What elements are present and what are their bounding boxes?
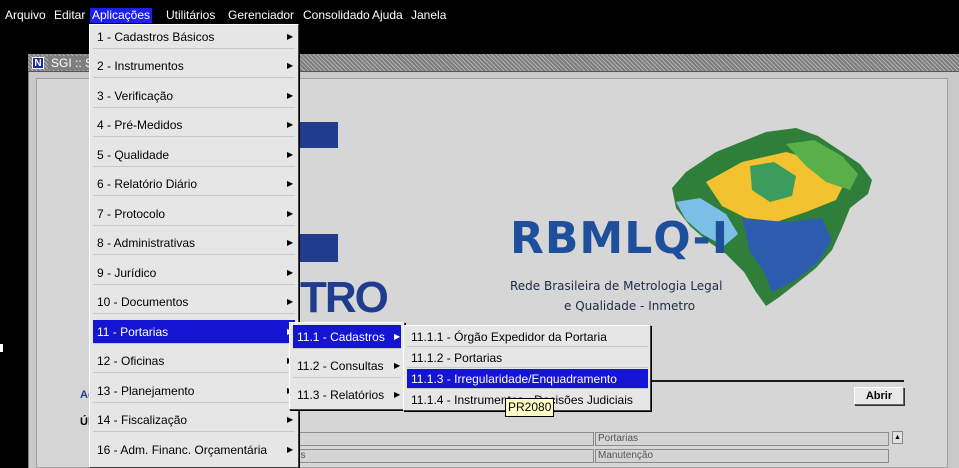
menu-item-irregularidade-enquadramento[interactable]: 11.1.3 - Irregularidade/Enquadramento xyxy=(407,369,648,389)
menu-item-portarias-cadastros[interactable]: 11.1 - Cadastros ▶ xyxy=(293,325,401,349)
menu-item-fiscalizacao[interactable]: 14 - Fiscalização ▶ xyxy=(93,408,295,432)
window-app-icon: N xyxy=(32,57,44,69)
menu-item-adm-financ-orcamentaria[interactable]: 16 - Adm. Financ. Orçamentária ▶ xyxy=(93,438,295,462)
submenu-arrow-icon: ▶ xyxy=(287,32,294,41)
aplicacoes-menu: 1 - Cadastros Básicos ▶ 2 - Instrumentos ▶… xyxy=(89,24,299,468)
submenu-arrow-icon: ▶ xyxy=(287,445,294,454)
menu-item-juridico[interactable]: 9 - Jurídico ▶ xyxy=(93,261,295,285)
menu-item-verificacao[interactable]: 3 - Verificação ▶ xyxy=(93,84,295,108)
menu-item-orgao-expedidor[interactable]: 11.1.1 - Órgão Expedidor da Portaria xyxy=(407,327,648,347)
menu-item-portarias-relatorios[interactable]: 11.3 - Relatórios ▶ xyxy=(293,383,401,407)
submenu-arrow-icon: ▶ xyxy=(287,238,294,247)
menu-editar[interactable]: Editar xyxy=(52,8,87,23)
portarias-submenu: 11.1 - Cadastros ▶ 11.2 - Consultas ▶ 11.3… xyxy=(289,322,405,410)
submenu-arrow-icon: ▶ xyxy=(287,179,294,188)
submenu-arrow-icon: ▶ xyxy=(287,61,294,70)
menu-ajuda[interactable]: Ajuda xyxy=(370,8,405,23)
inmetro-logo-bar-top xyxy=(298,122,338,148)
menu-bar: Arquivo Editar Aplicações Utilitários Ge… xyxy=(0,0,959,25)
submenu-arrow-icon: ▶ xyxy=(287,91,294,100)
menu-utilitarios[interactable]: Utilitários xyxy=(164,8,217,23)
menu-item-planejamento[interactable]: 13 - Planejamento▶ xyxy=(93,379,295,403)
menu-item-qualidade[interactable]: 5 - Qualidade ▶ xyxy=(93,143,295,167)
edge-marker xyxy=(0,344,3,352)
submenu-arrow-icon: ▶ xyxy=(287,150,294,159)
menu-item-administrativas[interactable]: 8 - Administrativas ▶ xyxy=(93,231,295,255)
menu-arquivo[interactable]: Arquivo xyxy=(3,8,48,23)
grid-cell-portarias[interactable]: Portarias xyxy=(595,432,889,446)
submenu-arrow-icon: ▶ xyxy=(394,390,401,399)
menu-item-documentos[interactable]: 10 - Documentos ▶ xyxy=(93,290,295,314)
menu-item-protocolo[interactable]: 7 - Protocolo ▶ xyxy=(93,202,295,226)
submenu-arrow-icon: ▶ xyxy=(394,361,401,370)
abrir-button[interactable]: Abrir xyxy=(854,387,904,405)
submenu-arrow-icon: ▶ xyxy=(287,415,294,424)
menu-item-pre-medidos[interactable]: 4 - Pré-Medidos ▶ xyxy=(93,113,295,137)
submenu-arrow-icon: ▶ xyxy=(287,297,294,306)
rbmlq-subtitle-line2: e Qualidade - Inmetro xyxy=(564,299,696,313)
grid-cell-es[interactable]: es xyxy=(292,449,594,463)
menu-gerenciador[interactable]: Gerenciador xyxy=(226,8,296,23)
grid-cell-manutencao[interactable]: Manutenção xyxy=(595,449,889,463)
rbmlq-subtitle-line1: Rede Brasileira de Metrologia Legal xyxy=(510,279,723,293)
scroll-up-icon[interactable]: ▲ xyxy=(892,431,903,444)
menu-item-cadastros-basicos[interactable]: 1 - Cadastros Básicos ▶ xyxy=(93,25,295,49)
grid-cell[interactable] xyxy=(292,432,594,446)
submenu-arrow-icon: ▶ xyxy=(287,120,294,129)
menu-aplicacoes[interactable]: Aplicações xyxy=(90,8,153,23)
submenu-arrow-icon: ▶ xyxy=(287,209,294,218)
submenu-arrow-icon: ▶ xyxy=(287,268,294,277)
menu-item-relatorio-diario[interactable]: 6 - Relatório Diário ▶ xyxy=(93,172,295,196)
rbmlq-title: RBMLQ-I xyxy=(510,213,730,264)
menu-consolidado[interactable]: Consolidado xyxy=(301,8,372,23)
menu-item-portarias-consultas[interactable]: 11.2 - Consultas ▶ xyxy=(293,354,401,378)
menu-item-instrumentos[interactable]: 2 - Instrumentos ▶ xyxy=(93,54,295,78)
tooltip: PR2080 xyxy=(505,398,555,417)
inmetro-logo-text: TRO xyxy=(300,273,389,322)
menu-item-oficinas[interactable]: 12 - Oficinas▶ xyxy=(93,349,295,373)
menu-item-cadastro-portarias[interactable]: 11.1.2 - Portarias xyxy=(407,348,648,368)
menu-janela[interactable]: Janela xyxy=(409,8,448,23)
inmetro-logo-bar-middle xyxy=(298,234,338,262)
submenu-arrow-icon: ▶ xyxy=(394,332,401,341)
menu-item-portarias[interactable]: 11 - Portarias▶ xyxy=(93,320,295,344)
